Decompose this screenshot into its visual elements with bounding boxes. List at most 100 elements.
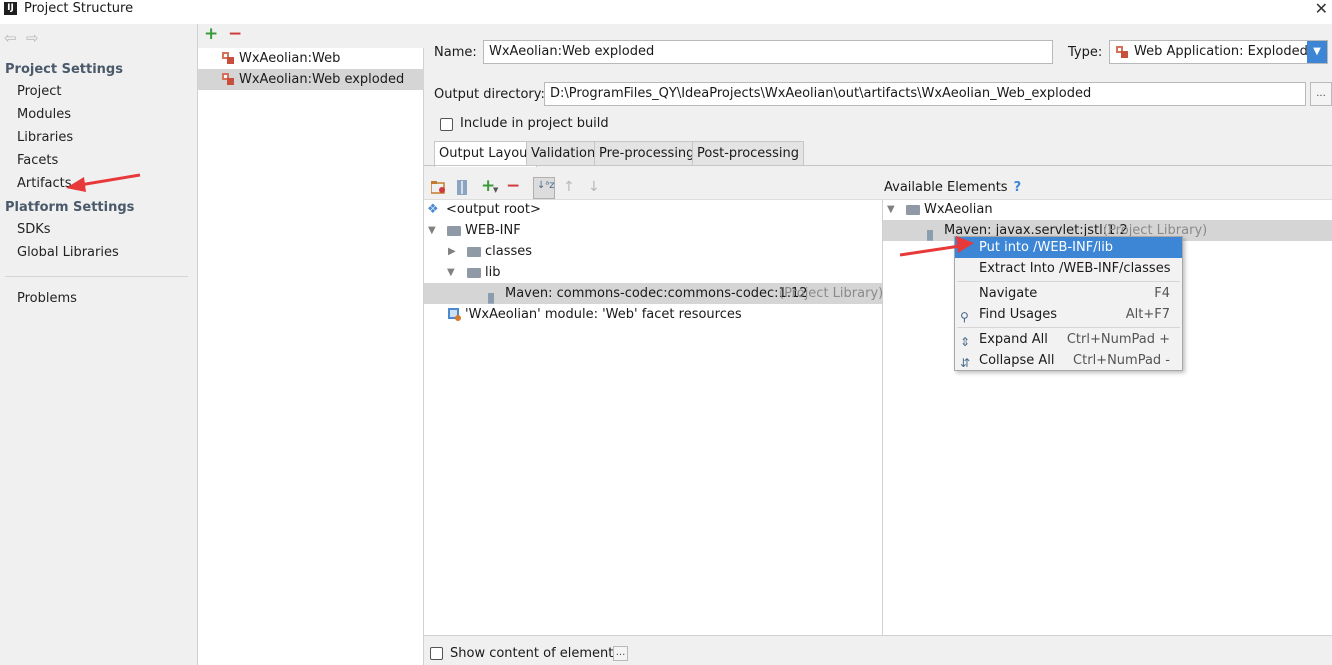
artifact-type-select[interactable]: Web Application: Exploded ▼ [1109,40,1328,64]
tree-row-label: Maven: commons-codec:commons-codec:1.12 [505,286,808,301]
browse-directory-button[interactable]: ... [1310,82,1332,106]
folder-icon [447,226,461,236]
artifact-item[interactable]: WxAeolian:Web [198,48,424,69]
tab-validation[interactable]: Validation [526,141,601,166]
sidebar-item-modules[interactable]: Modules [17,107,71,122]
folder-icon [467,247,481,257]
sidebar-item-facets[interactable]: Facets [17,153,58,168]
tab-divider [424,165,1332,166]
artifact-list-panel: + − WxAeolian:Web WxAeolian:Web exploded [198,24,424,665]
add-artifact-button[interactable]: + [204,24,218,44]
platform-settings-heading: Platform Settings [5,200,135,215]
menu-item-put-into-lib[interactable]: Put into /WEB-INF/lib [955,237,1182,258]
artifact-item-selected[interactable]: WxAeolian:Web exploded [198,69,424,90]
close-button[interactable]: ✕ [1315,0,1328,18]
type-label: Type: [1068,45,1103,60]
available-elements-heading: Available Elements [884,180,1008,195]
menu-item-label: Expand All [979,332,1048,347]
tree-row-output-root[interactable]: ❖ <output root> [424,199,882,220]
sidebar-item-sdks[interactable]: SDKs [17,222,51,237]
archive-icon[interactable] [457,180,467,195]
sidebar-item-libraries[interactable]: Libraries [17,130,73,145]
tab-post-processing[interactable]: Post-processing [692,141,804,166]
web-artifact-icon [1116,46,1128,58]
chevron-down-icon: ▼ [493,186,499,194]
tree-row-label: WEB-INF [465,223,521,238]
move-up-icon[interactable]: ↑ [563,179,575,195]
tree-row-facet-resources[interactable]: 'WxAeolian' module: 'Web' facet resource… [424,304,882,325]
artifact-details-panel: Name: WxAeolian:Web exploded Type: Web A… [424,24,1332,665]
remove-artifact-button[interactable]: − [228,24,242,44]
settings-sidebar: ⇦ ⇨ Project Settings Project Modules Lib… [0,24,198,665]
intellij-app-icon: IJ [4,2,17,15]
remove-element-button[interactable]: − [506,176,520,196]
library-icon: ||| [926,228,934,241]
menu-item-expand-all[interactable]: ⇕ Expand All Ctrl+NumPad + [955,329,1182,350]
menu-item-collapse-all[interactable]: ⇵ Collapse All Ctrl+NumPad - [955,350,1182,371]
expanded-triangle-icon[interactable]: ▼ [887,199,895,220]
output-directory-label: Output directory: [434,87,545,102]
show-content-label: Show content of elements [450,646,621,661]
tab-output-layout[interactable]: Output Layout [434,141,538,167]
back-arrow-icon[interactable]: ⇦ [4,29,17,47]
menu-item-label: Put into /WEB-INF/lib [979,240,1114,255]
folder-icon [467,268,481,278]
menu-item-shortcut: Alt+F7 [1125,307,1170,322]
menu-item-extract-into-classes[interactable]: Extract Into /WEB-INF/classes [955,258,1182,279]
menu-item-shortcut: Ctrl+NumPad + [1066,332,1170,347]
magnifier-icon: ⚲ [960,310,969,324]
sidebar-item-global-libraries[interactable]: Global Libraries [17,245,119,260]
artifact-item-label: WxAeolian:Web exploded [239,72,405,87]
menu-item-navigate[interactable]: Navigate F4 [955,283,1182,304]
sidebar-item-artifacts[interactable]: Artifacts [17,176,72,191]
available-elements-header: Available Elements? [883,176,1332,200]
show-content-checkbox[interactable] [430,647,443,660]
include-in-build-checkbox[interactable] [440,118,453,131]
artifact-name-input[interactable]: WxAeolian:Web exploded [483,40,1053,64]
tree-row-label: <output root> [446,202,541,217]
tree-row-classes[interactable]: ▶ classes [424,241,882,262]
tree-row-web-inf[interactable]: ▼ WEB-INF [424,220,882,241]
tree-row-label: 'WxAeolian' module: 'Web' facet resource… [465,307,742,322]
context-menu: Put into /WEB-INF/lib Extract Into /WEB-… [954,236,1183,371]
tree-row-label: WxAeolian [924,202,993,217]
chevron-down-icon[interactable]: ▼ [1307,41,1327,63]
menu-separator [957,281,1180,282]
tree-row-label: classes [485,244,533,259]
menu-item-label: Find Usages [979,307,1058,322]
tree-row-label: lib [485,265,501,280]
output-directory-input[interactable]: D:\ProgramFiles_QY\IdeaProjects\WxAeolia… [544,82,1306,106]
new-folder-icon[interactable] [431,181,446,194]
title-bar: IJ Project Structure ✕ [0,0,1332,18]
output-layout-pane: + ▼ − ↓ᵃz ↑ ↓ ❖ <output root> ▼ WEB-INF … [424,176,883,635]
move-down-icon[interactable]: ↓ [588,179,600,195]
artifact-item-label: WxAeolian:Web [239,51,341,66]
name-label: Name: [434,45,477,60]
tab-pre-processing[interactable]: Pre-processing [594,141,700,166]
menu-item-label: Collapse All [979,353,1055,368]
forward-arrow-icon[interactable]: ⇨ [26,29,39,47]
module-folder-icon [906,205,920,215]
include-in-build-label: Include in project build [460,116,609,131]
project-settings-heading: Project Settings [5,62,123,77]
help-icon[interactable]: ? [1014,180,1022,195]
artifact-type-value: Web Application: Exploded [1134,44,1308,59]
menu-item-label: Navigate [979,286,1038,301]
tree-row-module[interactable]: ▼ WxAeolian [883,199,1332,220]
show-content-options-button[interactable]: ... [613,646,628,661]
menu-item-find-usages[interactable]: ⚲ Find Usages Alt+F7 [955,304,1182,325]
tree-row-lib[interactable]: ▼ lib [424,262,882,283]
expanded-triangle-icon[interactable]: ▼ [447,262,455,283]
expanded-triangle-icon[interactable]: ▼ [428,220,436,241]
window-title: Project Structure [24,1,134,16]
sort-alphabetically-button[interactable]: ↓ᵃz [533,177,555,199]
output-layout-toolbar: + ▼ − ↓ᵃz ↑ ↓ [424,176,883,200]
menu-item-shortcut: F4 [1154,286,1170,301]
collapsed-triangle-icon[interactable]: ▶ [448,241,456,262]
menu-item-shortcut: Ctrl+NumPad - [1073,353,1170,368]
tree-row-lib-item[interactable]: ||| Maven: commons-codec:commons-codec:1… [424,283,883,304]
sidebar-item-project[interactable]: Project [17,84,61,99]
web-artifact-exploded-icon [222,73,234,85]
collapse-all-icon: ⇵ [960,356,971,370]
sidebar-item-problems[interactable]: Problems [17,291,77,306]
